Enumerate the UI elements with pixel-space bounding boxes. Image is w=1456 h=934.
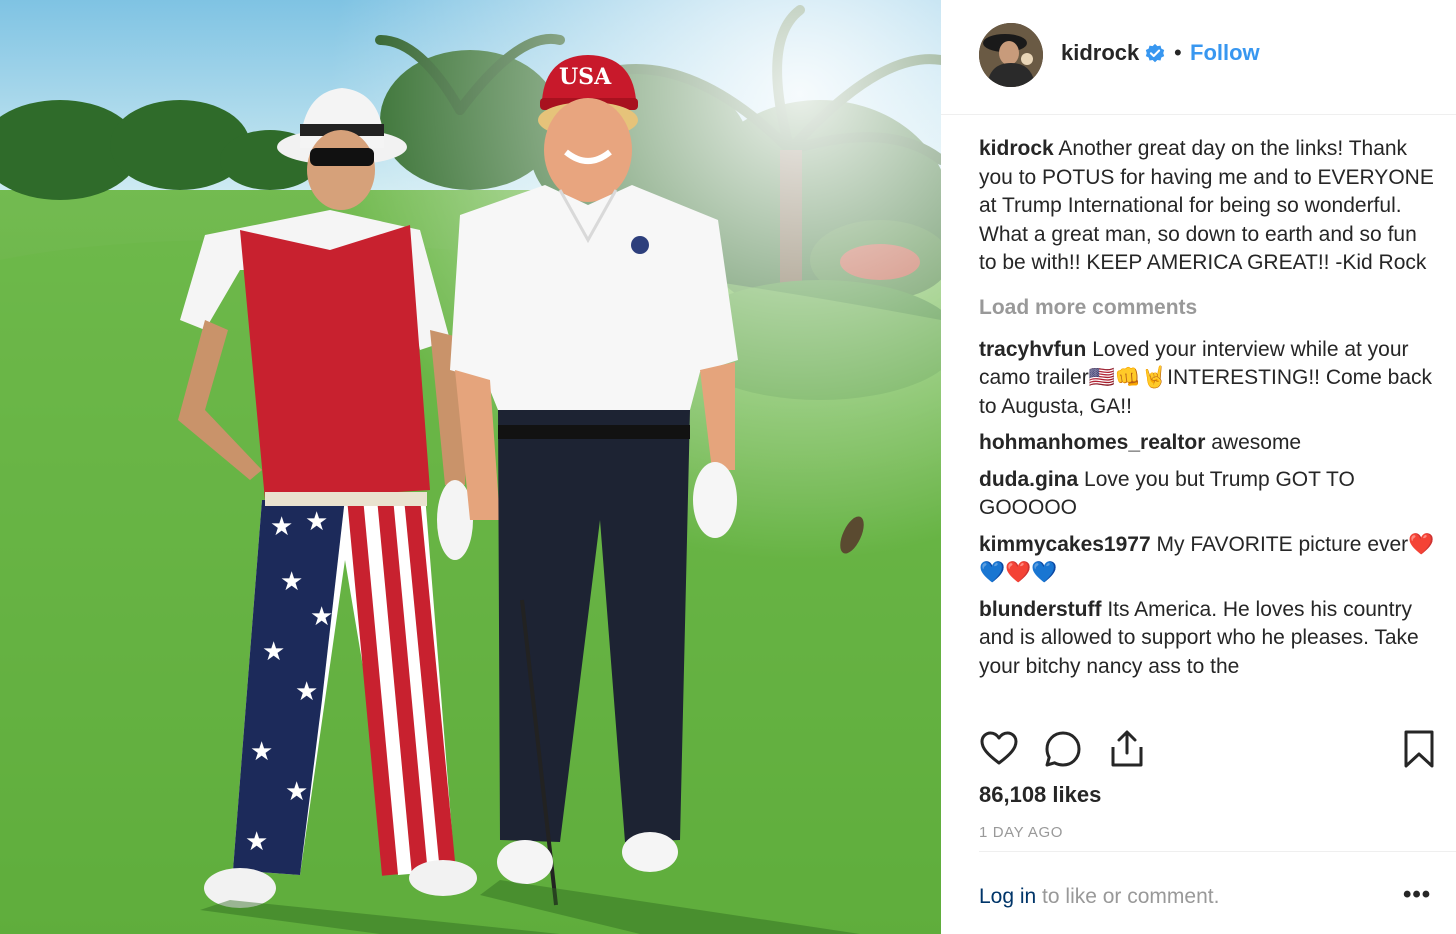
- caption: kidrock Another great day on the links! …: [979, 135, 1439, 278]
- header-separator: •: [1174, 40, 1182, 65]
- caption-author[interactable]: kidrock: [979, 137, 1054, 160]
- post-photo[interactable]: ★ ★ ★ ★ ★ ★ ★ ★ ★ USA: [0, 0, 941, 934]
- photo-illustration: ★ ★ ★★ ★★ ★★ ★ USA: [0, 0, 941, 934]
- comment-icon[interactable]: [1043, 729, 1083, 769]
- avatar[interactable]: [979, 23, 1043, 87]
- svg-text:★: ★: [305, 507, 328, 537]
- svg-text:★: ★: [250, 737, 273, 767]
- divider: [979, 851, 1456, 852]
- login-link[interactable]: Log in: [979, 885, 1036, 908]
- heart-icon[interactable]: [979, 729, 1019, 769]
- list-item: tracyhvfun Loved your interview while at…: [979, 336, 1439, 422]
- svg-text:★: ★: [262, 637, 285, 667]
- login-prompt: Log in to like or comment.: [979, 885, 1219, 909]
- comments-list[interactable]: kidrock Another great day on the links! …: [979, 135, 1439, 710]
- follow-button[interactable]: Follow: [1190, 40, 1260, 66]
- post-panel: kidrock • Follow kidrock Another great d…: [941, 0, 1456, 934]
- comment-text: awesome: [1211, 431, 1302, 454]
- comment-author[interactable]: hohmanhomes_realtor: [979, 431, 1205, 454]
- comment-author[interactable]: blunderstuff: [979, 598, 1101, 621]
- comment-author[interactable]: kimmycakes1977: [979, 533, 1151, 556]
- avatar-image: [979, 23, 1043, 87]
- verified-badge-icon: [1145, 43, 1165, 63]
- comment-author[interactable]: tracyhvfun: [979, 338, 1086, 361]
- post-actions: 86,108 likes 1 DAY AGO Log in to like or…: [941, 717, 1456, 934]
- login-prompt-text: to like or comment.: [1036, 885, 1220, 908]
- likes-count[interactable]: 86,108 likes: [979, 782, 1101, 808]
- bookmark-icon[interactable]: [1399, 729, 1439, 769]
- svg-text:★: ★: [295, 677, 318, 707]
- hat-text: USA: [559, 64, 612, 90]
- post-header: kidrock • Follow: [941, 0, 1456, 115]
- list-item: kimmycakes1977 My FAVORITE picture ever❤…: [979, 531, 1439, 588]
- list-item: duda.gina Love you but Trump GOT TO GOOO…: [979, 466, 1439, 523]
- svg-text:★: ★: [310, 602, 333, 632]
- post-timestamp[interactable]: 1 DAY AGO: [979, 824, 1063, 841]
- svg-text:★: ★: [285, 777, 308, 807]
- list-item: hohmanhomes_realtor awesome: [979, 429, 1439, 458]
- load-more-comments-button[interactable]: Load more comments: [979, 296, 1439, 320]
- comment-author[interactable]: duda.gina: [979, 468, 1078, 491]
- post-username[interactable]: kidrock: [1061, 40, 1139, 66]
- more-options-icon[interactable]: •••: [1403, 881, 1431, 909]
- action-bar: [979, 729, 1439, 769]
- svg-text:★: ★: [270, 512, 293, 542]
- list-item: blunderstuff Its America. He loves his c…: [979, 596, 1439, 682]
- share-icon[interactable]: [1107, 729, 1147, 769]
- svg-text:★: ★: [245, 827, 268, 857]
- svg-text:★: ★: [280, 567, 303, 597]
